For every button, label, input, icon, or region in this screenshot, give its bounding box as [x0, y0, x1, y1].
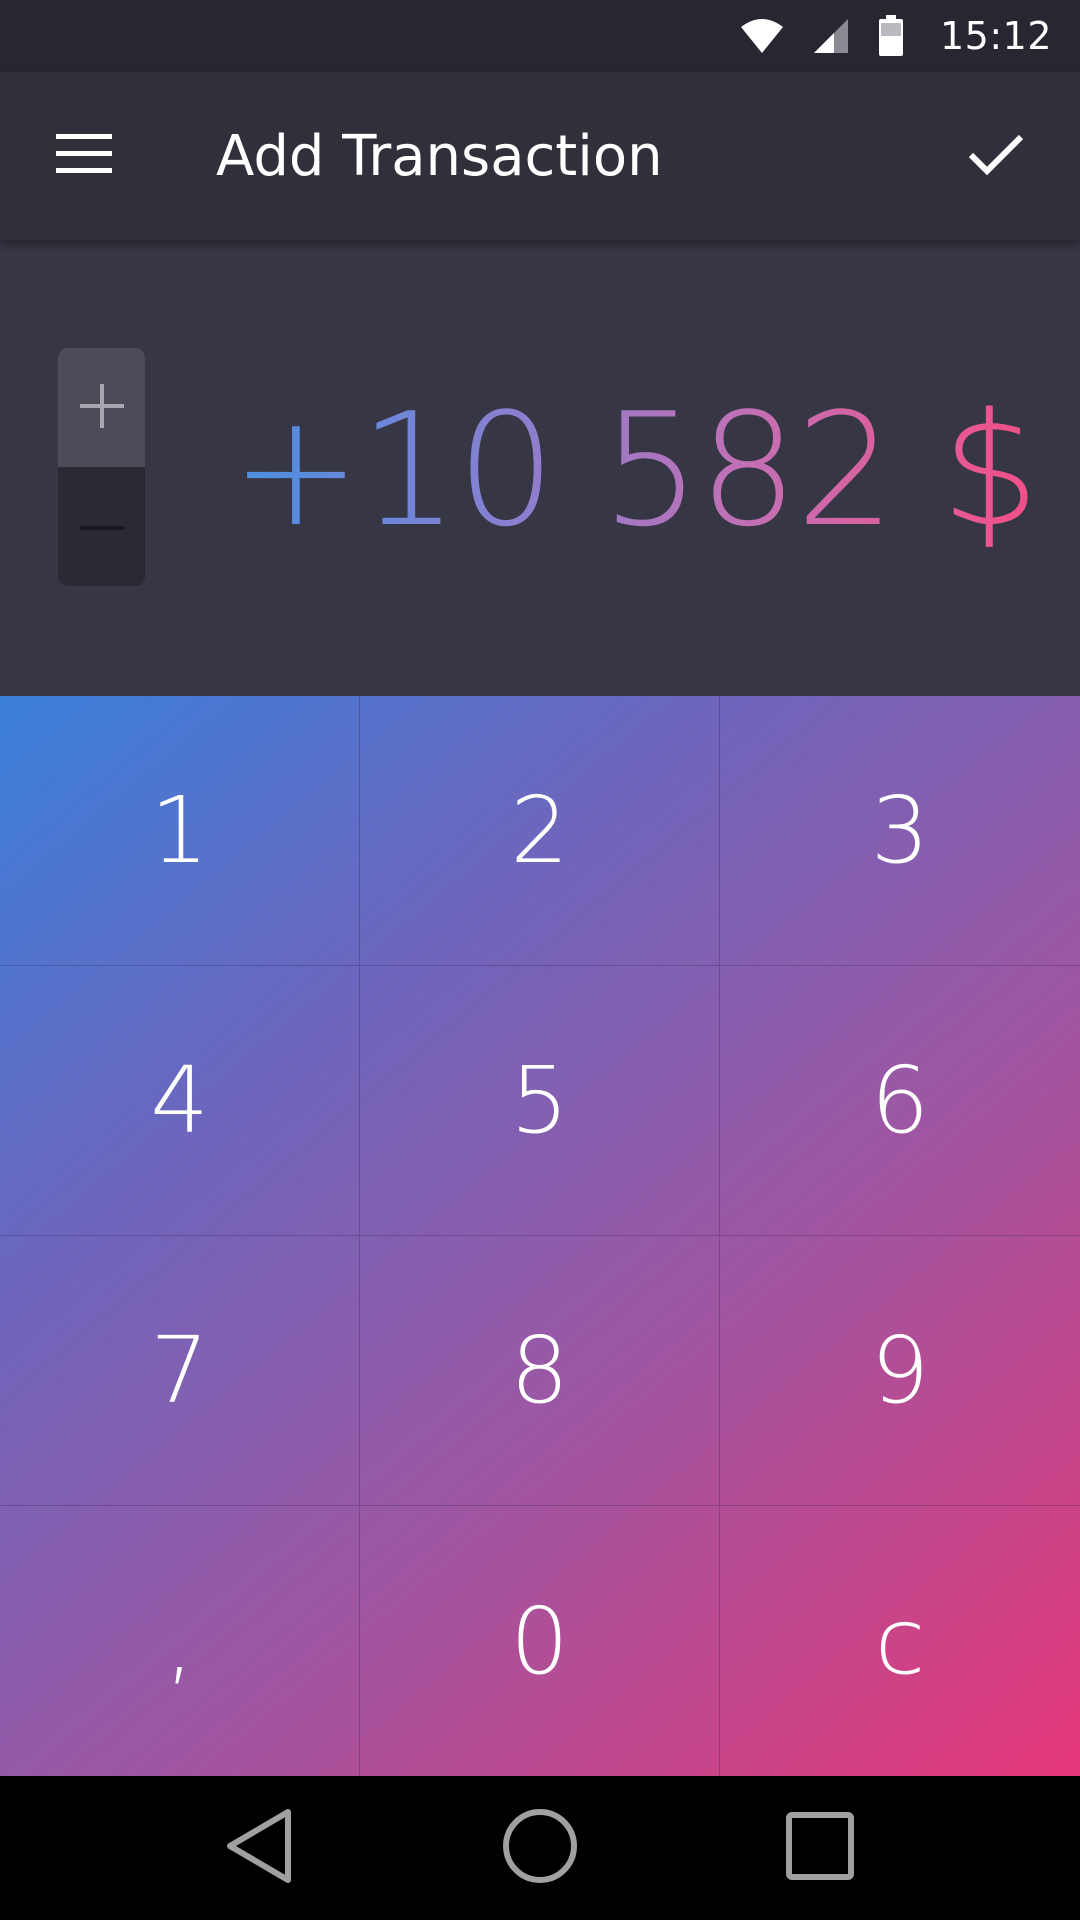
key-6[interactable]: 6 — [720, 966, 1080, 1236]
sign-toggle — [58, 348, 145, 586]
recents-square-icon — [786, 1812, 854, 1884]
key-5[interactable]: 5 — [360, 966, 720, 1236]
battery-icon — [878, 14, 904, 58]
amount-panel: +10 582 $ — [0, 240, 1080, 696]
page-title: Add Transaction — [216, 123, 663, 189]
key-3[interactable]: 3 — [720, 696, 1080, 966]
key-0[interactable]: 0 — [360, 1506, 720, 1776]
app-bar: Add Transaction — [0, 72, 1080, 240]
sign-minus-button[interactable] — [58, 467, 145, 586]
status-bar: 15:12 — [0, 0, 1080, 72]
status-time: 15:12 — [939, 14, 1052, 58]
key-9[interactable]: 9 — [720, 1236, 1080, 1506]
key-comma[interactable]: , — [0, 1506, 360, 1776]
hamburger-menu-icon — [56, 134, 112, 178]
back-button[interactable] — [200, 1788, 320, 1908]
plus-icon — [78, 382, 126, 434]
back-triangle-icon — [224, 1808, 296, 1888]
confirm-button[interactable] — [912, 72, 1080, 240]
minus-icon — [79, 517, 124, 536]
key-1[interactable]: 1 — [0, 696, 360, 966]
cell-signal-icon — [812, 14, 850, 58]
key-2[interactable]: 2 — [360, 696, 720, 966]
keypad: 1 2 3 4 5 6 7 8 9 , 0 c — [0, 696, 1080, 1776]
recents-button[interactable] — [760, 1788, 880, 1908]
key-8[interactable]: 8 — [360, 1236, 720, 1506]
key-clear[interactable]: c — [720, 1506, 1080, 1776]
key-4[interactable]: 4 — [0, 966, 360, 1236]
sign-plus-button[interactable] — [58, 348, 145, 467]
menu-button[interactable] — [0, 72, 168, 240]
system-nav-bar — [0, 1776, 1080, 1920]
key-7[interactable]: 7 — [0, 1236, 360, 1506]
checkmark-icon — [968, 133, 1024, 179]
amount-display: +10 582 $ — [230, 379, 1040, 561]
home-circle-icon — [502, 1808, 578, 1888]
wifi-icon — [740, 14, 784, 58]
home-button[interactable] — [480, 1788, 600, 1908]
